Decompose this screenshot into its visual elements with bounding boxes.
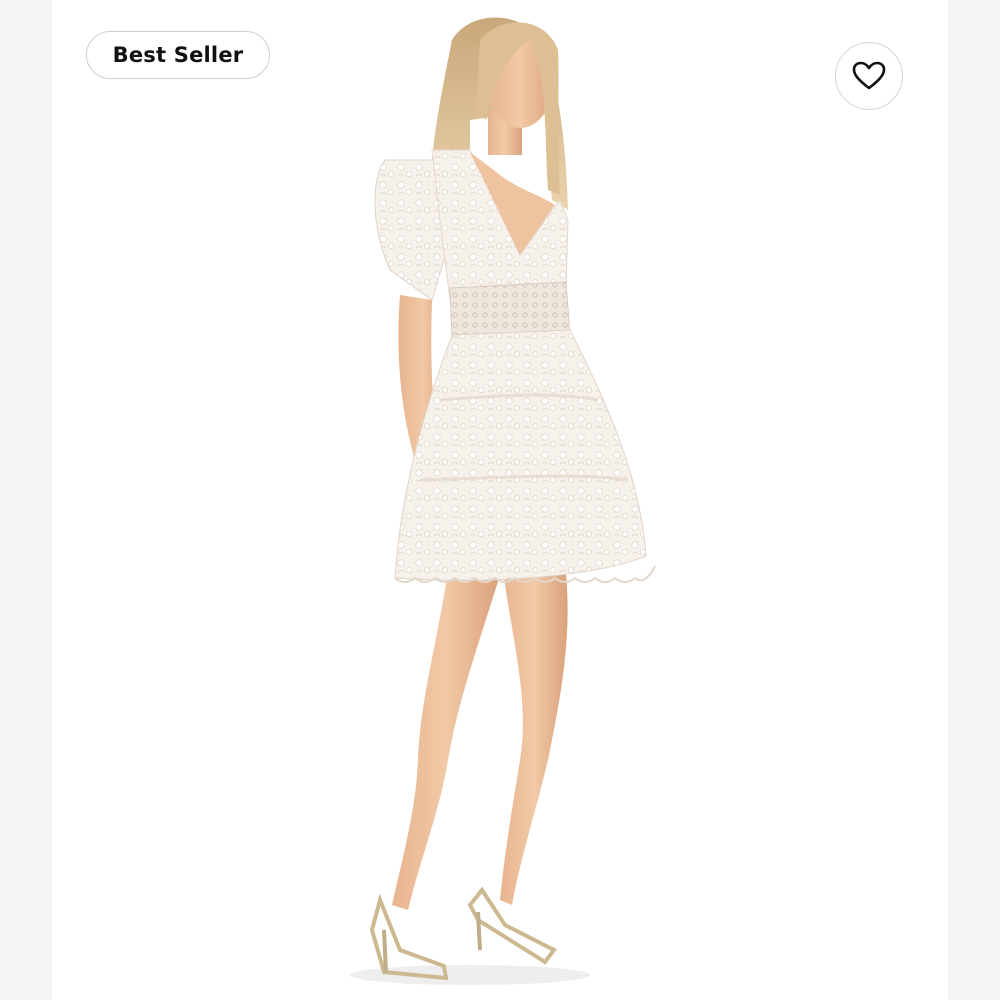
product-photo[interactable] (52, 0, 948, 1000)
best-seller-label: Best Seller (112, 43, 244, 67)
heart-outline-icon (852, 61, 886, 90)
listing-photo-frame: Best Seller (0, 0, 1000, 1000)
model-illustration (350, 17, 656, 985)
like-button[interactable] (835, 42, 903, 110)
best-seller-badge: Best Seller (86, 31, 270, 79)
